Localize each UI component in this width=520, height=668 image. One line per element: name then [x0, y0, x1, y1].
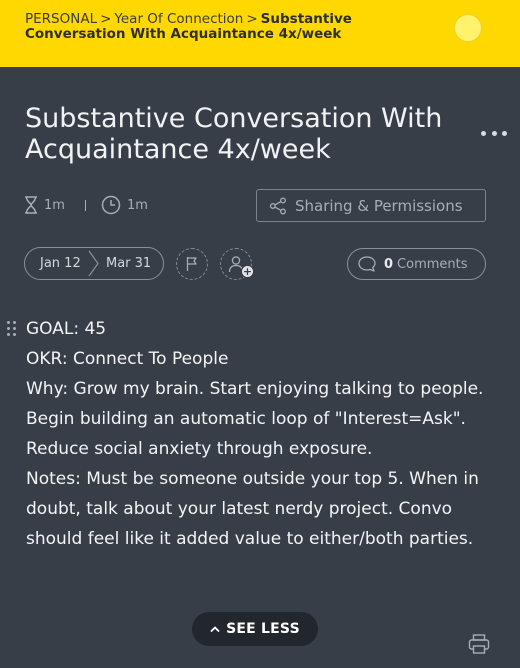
more-options-button[interactable]	[481, 126, 507, 140]
add-assignee-button[interactable]: +	[220, 248, 254, 280]
see-less-label: SEE LESS	[226, 621, 300, 637]
header-bar: PERSONAL > Year Of Connection > Substantive …	[0, 0, 520, 67]
comments-label: Comments	[397, 256, 468, 272]
description-okr: OKR: Connect To People	[26, 349, 229, 369]
breadcrumb-separator: >	[246, 11, 258, 27]
description-goal: GOAL: 45	[26, 319, 107, 339]
drag-dot	[13, 327, 16, 330]
task-description[interactable]: GOAL: 45 OKR: Connect To People Why: Gro…	[26, 314, 496, 554]
chevron-right-icon	[88, 250, 99, 277]
meta-divider	[85, 200, 86, 211]
flag-button[interactable]	[176, 248, 208, 280]
time-tracked[interactable]: 1m	[101, 194, 148, 216]
hourglass-icon	[25, 196, 37, 214]
flag-icon	[186, 257, 197, 271]
clock-icon	[101, 195, 121, 215]
plus-icon: +	[241, 265, 254, 278]
drag-dot	[13, 333, 16, 336]
breadcrumb-root[interactable]: PERSONAL	[25, 11, 97, 27]
chevron-up-icon	[210, 626, 220, 633]
page-title[interactable]: Substantive Conversation With Acquaintan…	[25, 103, 465, 165]
more-dot-icon	[491, 130, 497, 136]
description-why: Why: Grow my brain. Start enjoying talki…	[26, 379, 484, 459]
sharing-permissions-button[interactable]: Sharing & Permissions	[256, 189, 486, 222]
time-estimate-value: 1m	[44, 197, 65, 213]
drag-dot	[7, 333, 10, 336]
time-estimate[interactable]: 1m	[24, 194, 65, 216]
drag-handle[interactable]	[7, 321, 17, 337]
comments-count: 0	[384, 256, 394, 272]
drag-dot	[7, 327, 10, 330]
sharing-label: Sharing & Permissions	[295, 196, 463, 215]
drag-dot	[13, 321, 16, 324]
drag-dot	[7, 321, 10, 324]
end-date[interactable]: Mar 31	[106, 256, 151, 271]
description-notes: Notes: Must be someone outside your top …	[26, 469, 479, 549]
breadcrumb-parent[interactable]: Year Of Connection	[114, 11, 243, 27]
start-date[interactable]: Jan 12	[40, 256, 81, 271]
comment-icon	[358, 256, 376, 272]
avatar[interactable]	[454, 14, 482, 42]
print-icon[interactable]	[468, 634, 490, 654]
breadcrumb: PERSONAL > Year Of Connection > Substantive …	[25, 12, 445, 42]
time-tracked-value: 1m	[127, 197, 148, 213]
share-icon	[269, 197, 286, 214]
more-dot-icon	[481, 130, 486, 136]
breadcrumb-separator: >	[100, 11, 112, 27]
more-dot-icon	[502, 130, 507, 136]
date-range[interactable]: Jan 12 Mar 31	[24, 247, 164, 280]
see-less-button[interactable]: SEE LESS	[192, 612, 318, 646]
comments-button[interactable]: 0 Comments	[347, 248, 486, 280]
